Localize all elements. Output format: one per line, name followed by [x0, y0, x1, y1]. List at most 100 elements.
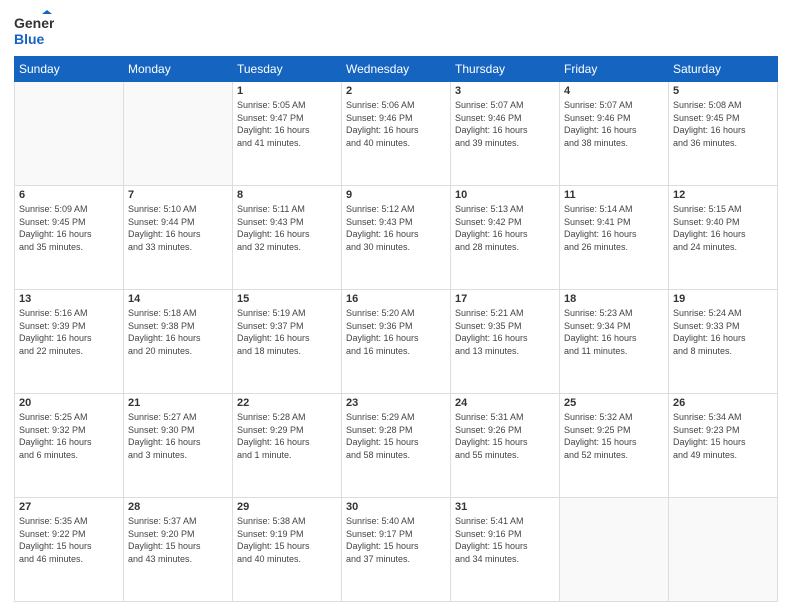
day-cell: 31Sunrise: 5:41 AM Sunset: 9:16 PM Dayli… [451, 498, 560, 602]
day-number: 23 [346, 397, 446, 409]
day-cell: 30 Sunrise: 5:40 AM Sunset: 9:17 PM Dayli… [342, 498, 451, 602]
day-number: 29 [237, 501, 337, 513]
day-info: Sunrise: 5:15 AM Sunset: 9:40 PM Dayligh… [673, 203, 773, 253]
day-number: 24 [455, 397, 555, 409]
weekday-tuesday: Tuesday [233, 57, 342, 82]
week-row-5: 27 Sunrise: 5:35 AM Sunset: 9:22 PM Dayli… [15, 498, 778, 602]
day-number: 7 [128, 189, 228, 201]
week-row-4: 20Sunrise: 5:25 AM Sunset: 9:32 PM Dayli… [15, 394, 778, 498]
day-info: Sunrise: 5:31 AM Sunset: 9:26 PM Dayligh… [455, 411, 555, 461]
day-cell: 10Sunrise: 5:13 AM Sunset: 9:42 PM Dayli… [451, 186, 560, 290]
day-info: Sunrise: 5:40 AM Sunset: 9:17 PM Dayligh… [346, 515, 446, 565]
day-info: Sunrise: 5:37 AM Sunset: 9:20 PM Dayligh… [128, 515, 228, 565]
day-number: 14 [128, 293, 228, 305]
weekday-monday: Monday [124, 57, 233, 82]
day-info: Sunrise: 5:12 AM Sunset: 9:43 PM Dayligh… [346, 203, 446, 253]
day-cell: 4 Sunrise: 5:07 AM Sunset: 9:46 PM Daylig… [560, 82, 669, 186]
day-number: 31 [455, 501, 555, 513]
day-cell: 9 Sunrise: 5:12 AM Sunset: 9:43 PM Daylig… [342, 186, 451, 290]
day-info: Sunrise: 5:21 AM Sunset: 9:35 PM Dayligh… [455, 307, 555, 357]
svg-text:Blue: Blue [14, 31, 45, 47]
day-cell: 2 Sunrise: 5:06 AM Sunset: 9:46 PM Daylig… [342, 82, 451, 186]
day-cell: 18 Sunrise: 5:23 AM Sunset: 9:34 PM Dayli… [560, 290, 669, 394]
day-info: Sunrise: 5:28 AM Sunset: 9:29 PM Dayligh… [237, 411, 337, 461]
day-info: Sunrise: 5:27 AM Sunset: 9:30 PM Dayligh… [128, 411, 228, 461]
day-number: 5 [673, 85, 773, 97]
week-row-2: 6 Sunrise: 5:09 AM Sunset: 9:45 PM Daylig… [15, 186, 778, 290]
day-number: 30 [346, 501, 446, 513]
day-cell: 21 Sunrise: 5:27 AM Sunset: 9:30 PM Dayli… [124, 394, 233, 498]
week-row-1: 1Sunrise: 5:05 AM Sunset: 9:47 PM Daylig… [15, 82, 778, 186]
day-number: 12 [673, 189, 773, 201]
day-cell: 20Sunrise: 5:25 AM Sunset: 9:32 PM Dayli… [15, 394, 124, 498]
day-info: Sunrise: 5:20 AM Sunset: 9:36 PM Dayligh… [346, 307, 446, 357]
day-number: 17 [455, 293, 555, 305]
day-cell [669, 498, 778, 602]
svg-text:General: General [14, 15, 54, 31]
day-number: 6 [19, 189, 119, 201]
day-info: Sunrise: 5:23 AM Sunset: 9:34 PM Dayligh… [564, 307, 664, 357]
day-number: 8 [237, 189, 337, 201]
day-cell: 17 Sunrise: 5:21 AM Sunset: 9:35 PM Dayli… [451, 290, 560, 394]
weekday-saturday: Saturday [669, 57, 778, 82]
day-info: Sunrise: 5:14 AM Sunset: 9:41 PM Dayligh… [564, 203, 664, 253]
day-number: 25 [564, 397, 664, 409]
day-info: Sunrise: 5:09 AM Sunset: 9:45 PM Dayligh… [19, 203, 119, 253]
day-cell: 11 Sunrise: 5:14 AM Sunset: 9:41 PM Dayli… [560, 186, 669, 290]
day-cell: 22Sunrise: 5:28 AM Sunset: 9:29 PM Dayli… [233, 394, 342, 498]
page: GeneralBlue SundayMondayTuesdayWednesday… [0, 0, 792, 612]
day-number: 21 [128, 397, 228, 409]
day-cell: 23Sunrise: 5:29 AM Sunset: 9:28 PM Dayli… [342, 394, 451, 498]
weekday-header-row: SundayMondayTuesdayWednesdayThursdayFrid… [15, 57, 778, 82]
day-number: 13 [19, 293, 119, 305]
day-number: 18 [564, 293, 664, 305]
weekday-friday: Friday [560, 57, 669, 82]
day-info: Sunrise: 5:13 AM Sunset: 9:42 PM Dayligh… [455, 203, 555, 253]
day-number: 19 [673, 293, 773, 305]
day-info: Sunrise: 5:35 AM Sunset: 9:22 PM Dayligh… [19, 515, 119, 565]
day-cell: 14 Sunrise: 5:18 AM Sunset: 9:38 PM Dayli… [124, 290, 233, 394]
day-info: Sunrise: 5:11 AM Sunset: 9:43 PM Dayligh… [237, 203, 337, 253]
day-number: 15 [237, 293, 337, 305]
day-info: Sunrise: 5:34 AM Sunset: 9:23 PM Dayligh… [673, 411, 773, 461]
day-info: Sunrise: 5:07 AM Sunset: 9:46 PM Dayligh… [455, 99, 555, 149]
day-info: Sunrise: 5:32 AM Sunset: 9:25 PM Dayligh… [564, 411, 664, 461]
day-cell: 8 Sunrise: 5:11 AM Sunset: 9:43 PM Daylig… [233, 186, 342, 290]
day-info: Sunrise: 5:10 AM Sunset: 9:44 PM Dayligh… [128, 203, 228, 253]
day-cell: 5Sunrise: 5:08 AM Sunset: 9:45 PM Daylig… [669, 82, 778, 186]
day-info: Sunrise: 5:24 AM Sunset: 9:33 PM Dayligh… [673, 307, 773, 357]
day-cell: 1Sunrise: 5:05 AM Sunset: 9:47 PM Daylig… [233, 82, 342, 186]
day-cell [15, 82, 124, 186]
day-cell: 3 Sunrise: 5:07 AM Sunset: 9:46 PM Daylig… [451, 82, 560, 186]
weekday-wednesday: Wednesday [342, 57, 451, 82]
calendar-table: SundayMondayTuesdayWednesdayThursdayFrid… [14, 56, 778, 602]
week-row-3: 13 Sunrise: 5:16 AM Sunset: 9:39 PM Dayli… [15, 290, 778, 394]
day-number: 3 [455, 85, 555, 97]
day-number: 2 [346, 85, 446, 97]
day-number: 4 [564, 85, 664, 97]
day-cell: 6 Sunrise: 5:09 AM Sunset: 9:45 PM Daylig… [15, 186, 124, 290]
day-number: 26 [673, 397, 773, 409]
weekday-thursday: Thursday [451, 57, 560, 82]
day-cell [124, 82, 233, 186]
day-cell: 29 Sunrise: 5:38 AM Sunset: 9:19 PM Dayli… [233, 498, 342, 602]
weekday-sunday: Sunday [15, 57, 124, 82]
day-cell: 16Sunrise: 5:20 AM Sunset: 9:36 PM Dayli… [342, 290, 451, 394]
day-cell: 24 Sunrise: 5:31 AM Sunset: 9:26 PM Dayli… [451, 394, 560, 498]
day-cell: 13 Sunrise: 5:16 AM Sunset: 9:39 PM Dayli… [15, 290, 124, 394]
day-cell: 26 Sunrise: 5:34 AM Sunset: 9:23 PM Dayli… [669, 394, 778, 498]
day-info: Sunrise: 5:07 AM Sunset: 9:46 PM Dayligh… [564, 99, 664, 149]
day-number: 1 [237, 85, 337, 97]
day-info: Sunrise: 5:38 AM Sunset: 9:19 PM Dayligh… [237, 515, 337, 565]
day-info: Sunrise: 5:06 AM Sunset: 9:46 PM Dayligh… [346, 99, 446, 149]
day-number: 9 [346, 189, 446, 201]
day-cell: 28Sunrise: 5:37 AM Sunset: 9:20 PM Dayli… [124, 498, 233, 602]
day-info: Sunrise: 5:18 AM Sunset: 9:38 PM Dayligh… [128, 307, 228, 357]
day-info: Sunrise: 5:19 AM Sunset: 9:37 PM Dayligh… [237, 307, 337, 357]
day-info: Sunrise: 5:16 AM Sunset: 9:39 PM Dayligh… [19, 307, 119, 357]
day-number: 20 [19, 397, 119, 409]
day-cell: 15 Sunrise: 5:19 AM Sunset: 9:37 PM Dayli… [233, 290, 342, 394]
day-number: 27 [19, 501, 119, 513]
day-number: 11 [564, 189, 664, 201]
day-cell [560, 498, 669, 602]
